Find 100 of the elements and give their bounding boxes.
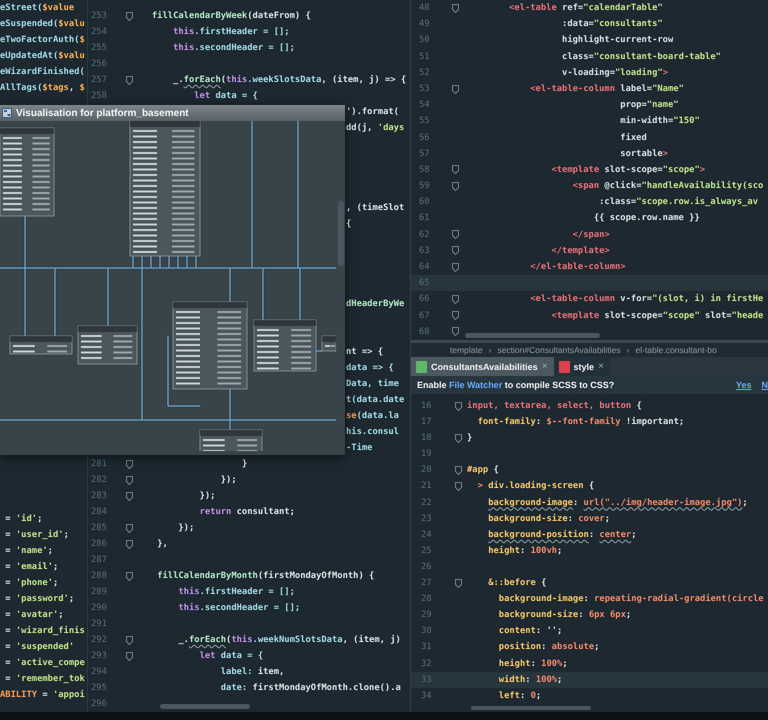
- code-line: -Time: [346, 443, 372, 453]
- code-line: input, textarea, select, button {: [467, 401, 642, 411]
- window-title: Visualisation for platform_basement: [16, 108, 189, 118]
- fold-icon[interactable]: [454, 466, 462, 475]
- fold-icon[interactable]: [454, 578, 462, 588]
- fold-icon[interactable]: [452, 230, 458, 240]
- fold-icon[interactable]: [454, 434, 462, 443]
- fold-icon[interactable]: [452, 246, 458, 256]
- code-line: <el-table ref="calendarTable": [509, 3, 663, 13]
- line-number: 16: [421, 401, 432, 411]
- code-line: {{ scope.row.name }}: [594, 213, 700, 224]
- line-number: 28: [421, 594, 432, 604]
- breadcrumb-item[interactable]: template: [450, 345, 483, 355]
- scrollbar-thumb[interactable]: [471, 706, 591, 710]
- close-button[interactable]: ×: [542, 361, 548, 372]
- code-line: background-size: 6px 6px;: [498, 610, 632, 620]
- line-number: 281: [91, 459, 107, 469]
- fold-icon[interactable]: [454, 482, 462, 492]
- line-number: 31: [421, 642, 432, 652]
- code-line: background-size: cover;: [488, 514, 610, 524]
- code-line: });: [178, 523, 194, 533]
- line-number: 60: [419, 197, 430, 208]
- fold-icon[interactable]: [126, 636, 132, 644]
- scrollbar-thumb[interactable]: [465, 333, 600, 338]
- fold-icon[interactable]: [452, 4, 458, 13]
- code-line: background-image: repeating-radial-gradient(circle: [498, 594, 764, 604]
- scrollbar-thumb[interactable]: [338, 201, 344, 266]
- line-number: 48: [419, 3, 430, 13]
- code-line: eStreet($value: [0, 3, 74, 13]
- code-line: = 'user_id';: [5, 530, 69, 540]
- file-tab[interactable]: ConsultantsAvailabilities ×: [411, 357, 554, 376]
- line-number: 255: [91, 43, 107, 53]
- code-line: AllTags($tags, $: [0, 83, 85, 93]
- code-line: se(data.la: [346, 411, 399, 421]
- code-line: min-width="150": [620, 116, 700, 126]
- code-line: background-position: center;: [488, 530, 636, 540]
- line-number: 256: [91, 59, 107, 69]
- fold-icon[interactable]: [126, 492, 132, 500]
- fold-icon[interactable]: [126, 572, 132, 580]
- fold-icon[interactable]: [452, 311, 458, 320]
- fold-icon[interactable]: [126, 12, 132, 20]
- fold-icon[interactable]: [126, 652, 132, 660]
- code-line: date: firstMondayOfMonth.clone().a: [220, 683, 401, 693]
- fold-icon[interactable]: [452, 182, 458, 191]
- code-line: fixed: [620, 132, 647, 142]
- line-number: 289: [91, 587, 107, 597]
- line-number: 21: [421, 481, 432, 492]
- code-line: t(data.date: [346, 395, 404, 405]
- code-line: = 'phone';: [5, 578, 58, 588]
- notification-action-link[interactable]: N: [762, 380, 768, 390]
- file-watcher-link[interactable]: File Watcher: [449, 380, 502, 390]
- code-line: v-loading="loading">: [562, 68, 668, 78]
- diagram-icon: [2, 108, 12, 118]
- code-line: sortable>: [620, 148, 668, 159]
- code-line: },: [157, 539, 168, 549]
- code-line: :class="scope.row.is_always_av: [599, 197, 758, 208]
- fold-icon[interactable]: [126, 76, 132, 84]
- code-line: left: 0;: [498, 690, 542, 701]
- fold-icon[interactable]: [452, 294, 458, 304]
- fold-icon[interactable]: [126, 476, 132, 484]
- breadcrumb-item[interactable]: el-table.consultant-bo: [635, 345, 717, 355]
- line-number: 293: [91, 651, 107, 661]
- scrollbar-thumb[interactable]: [160, 704, 250, 709]
- code-line: , (timeSlot: [346, 203, 404, 213]
- file-tab[interactable]: style ×: [554, 357, 610, 376]
- code-line: this.secondHeader = [];: [178, 603, 300, 613]
- line-number: 296: [91, 699, 107, 709]
- code-line: let data = {: [194, 91, 258, 101]
- line-number: 55: [419, 116, 430, 126]
- fold-icon[interactable]: [126, 524, 132, 532]
- fold-icon[interactable]: [454, 402, 462, 411]
- code-line: prop="name": [620, 100, 679, 110]
- line-number: 292: [91, 635, 107, 645]
- fold-icon[interactable]: [452, 165, 458, 174]
- fold-icon[interactable]: [126, 460, 132, 468]
- code-line: height: 100%;: [498, 658, 568, 668]
- fold-icon[interactable]: [452, 327, 458, 336]
- line-number: 290: [91, 603, 107, 613]
- line-number: 285: [91, 523, 107, 533]
- code-line: Data, time: [346, 379, 399, 389]
- fold-icon[interactable]: [452, 262, 458, 272]
- breadcrumb-item[interactable]: section#ConsultantsAvailabilities: [497, 345, 621, 355]
- fold-icon[interactable]: [452, 84, 458, 94]
- code-line: eTwoFactorAuth($: [0, 35, 85, 45]
- line-number: 254: [91, 27, 107, 37]
- line-number: 282: [91, 475, 107, 485]
- line-number: 17: [421, 417, 432, 428]
- code-line: background-image: url("../img/header-image.jpg");: [488, 498, 748, 508]
- code-line: = 'wizard_finis: [5, 626, 85, 636]
- code-line: highlight-current-row: [562, 35, 674, 46]
- fold-icon[interactable]: [126, 540, 132, 548]
- breadcrumb-separator: ›: [488, 345, 492, 355]
- code-line: = 'suspended': [5, 642, 74, 652]
- code-line: });: [220, 475, 237, 485]
- line-number: 19: [421, 449, 432, 460]
- line-number: 257: [91, 75, 107, 85]
- close-button[interactable]: ×: [598, 361, 604, 372]
- code-line: eUpdatedAt($valu: [0, 51, 85, 61]
- notification-action-link[interactable]: Yes: [736, 380, 752, 390]
- code-line: = 'avatar';: [5, 610, 64, 620]
